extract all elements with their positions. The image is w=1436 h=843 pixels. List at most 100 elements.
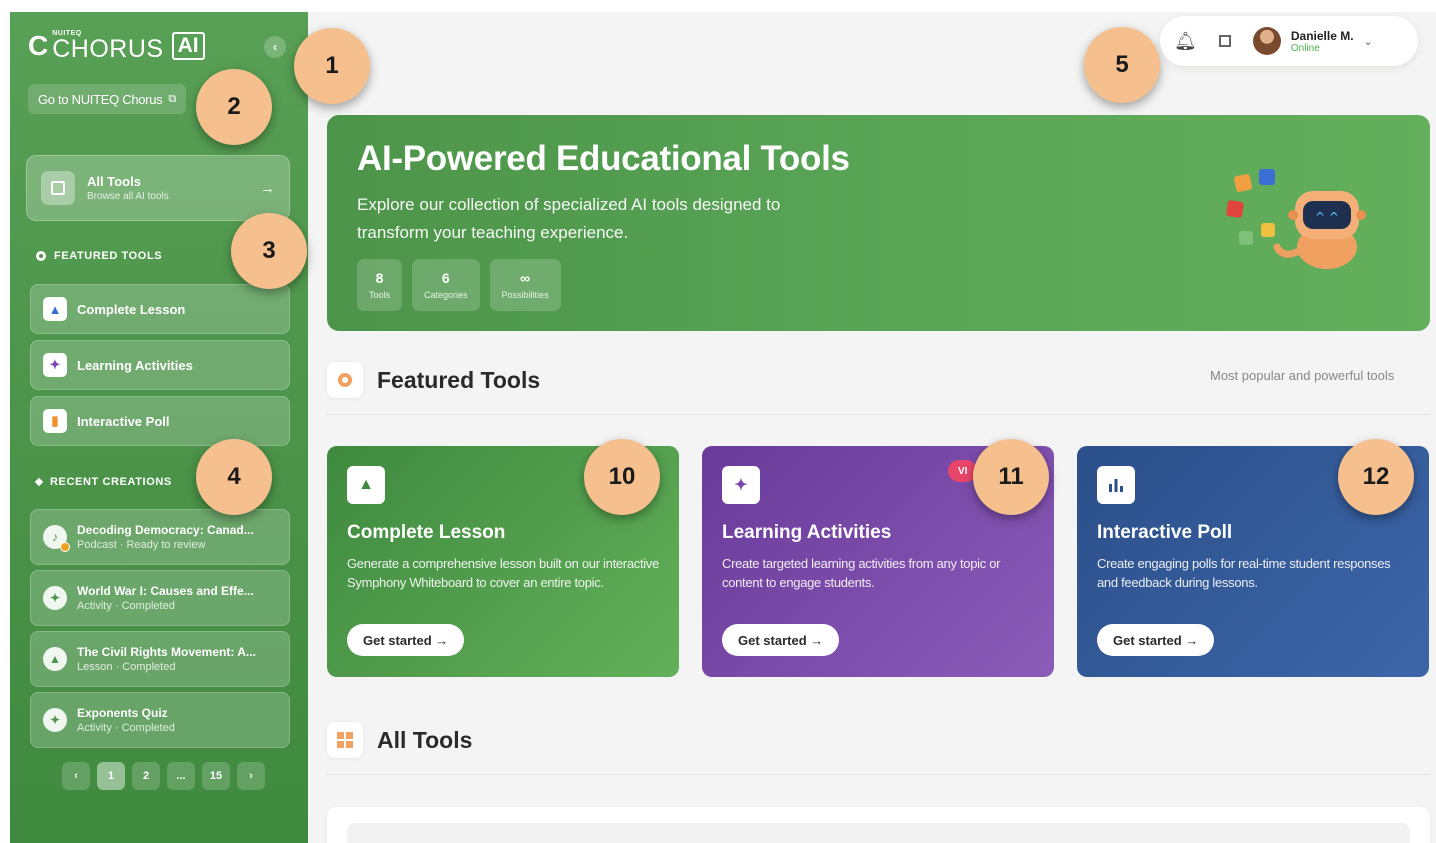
stat-value: 8 — [375, 270, 384, 286]
recent-creations-heading: RECENT CREATIONS — [34, 476, 172, 488]
fullscreen-icon[interactable] — [1218, 35, 1231, 47]
featured-tools-label: FEATURED TOOLS — [54, 250, 163, 262]
recent-item[interactable]: ♪ Decoding Democracy: Canad... Podcast ·… — [30, 509, 290, 565]
goto-chorus-label: Go to NUITEQ Chorus — [38, 91, 163, 107]
stat-label: Categories — [424, 290, 468, 300]
lesson-icon: ▲ — [43, 297, 67, 321]
recent-item-status: Podcast · Ready to review — [77, 539, 206, 551]
hero-banner: AI-Powered Educational Tools Explore our… — [327, 115, 1430, 331]
sidebar: C NUITEQ CHORUS AI ‹ Go to NUITEQ Chorus… — [10, 12, 308, 843]
sidebar-item-label: Interactive Poll — [77, 413, 170, 429]
sidebar-item-interactive-poll[interactable]: ▮ Interactive Poll — [30, 396, 290, 446]
all-tools-search-bar[interactable] — [347, 823, 1410, 843]
recent-item-title: The Civil Rights Movement: A... — [77, 645, 256, 659]
stat-tools: 8 Tools — [357, 259, 403, 311]
svg-text:^ ^: ^ ^ — [1315, 210, 1339, 224]
next-page-button[interactable]: › — [237, 762, 265, 790]
stat-value: ∞ — [520, 270, 531, 286]
callout-marker: 1 — [294, 28, 370, 104]
stat-label: Tools — [369, 290, 391, 300]
all-tools-title: All Tools — [87, 174, 141, 189]
stat-value: 6 — [441, 270, 450, 286]
page-2-button[interactable]: 2 — [132, 762, 160, 790]
target-icon — [327, 362, 363, 398]
external-link-icon: ⧉ — [168, 92, 176, 105]
sidebar-item-complete-lesson[interactable]: ▲ Complete Lesson — [30, 284, 290, 334]
get-started-button[interactable]: Get started → — [347, 624, 465, 656]
lesson-icon: ▲ — [43, 647, 67, 671]
featured-tools-heading: FEATURED TOOLS — [36, 250, 162, 262]
callout-marker: 2 — [196, 69, 272, 145]
target-icon — [36, 251, 46, 261]
recent-item-status: Lesson · Completed — [77, 661, 176, 673]
chevron-left-icon: ‹ — [273, 40, 277, 54]
hero-description: Explore our collection of specialized AI… — [357, 195, 781, 242]
page-15-button[interactable]: 15 — [202, 762, 230, 790]
recent-item[interactable]: ✦ Exponents Quiz Activity · Completed — [30, 692, 290, 748]
get-started-button[interactable]: Get started → — [1097, 624, 1215, 656]
tool-card-description: Generate a comprehensive lesson built on… — [347, 556, 659, 590]
grid-icon — [41, 171, 75, 205]
recent-item-title: World War I: Causes and Effe... — [77, 584, 254, 598]
tool-card-title: Complete Lesson — [347, 522, 506, 543]
stat-categories: 6 Categories — [412, 259, 480, 311]
logo-name: CHORUS — [52, 35, 164, 63]
all-tools-title: All Tools — [377, 726, 473, 753]
recent-item[interactable]: ▲ The Civil Rights Movement: A... Lesson… — [30, 631, 290, 687]
featured-tools-header: Featured Tools — [327, 362, 540, 398]
all-tools-header: All Tools — [327, 722, 472, 758]
sidebar-item-label: Learning Activities — [77, 357, 193, 373]
user-menu[interactable]: Danielle M. Online ⌄ — [1252, 27, 1373, 55]
user-toolbar: 🔔︎ Danielle M. Online ⌄ — [1160, 16, 1418, 66]
sidebar-item-label: Complete Lesson — [77, 301, 186, 317]
grid-icon — [327, 722, 363, 758]
all-tools-nav[interactable]: All Tools Browse all AI tools → — [26, 155, 290, 221]
page-1-button[interactable]: 1 — [97, 762, 125, 790]
pending-badge — [60, 542, 70, 552]
chorus-ai-logo[interactable]: C NUITEQ CHORUS AI — [28, 30, 205, 62]
poll-icon — [1097, 466, 1135, 504]
page-ellipsis: ... — [167, 762, 195, 790]
callout-marker: 4 — [196, 439, 272, 515]
recent-item[interactable]: ✦ World War I: Causes and Effe... Activi… — [30, 570, 290, 626]
collapse-sidebar-button[interactable]: ‹ — [264, 36, 286, 58]
all-tools-panel — [327, 807, 1430, 843]
user-status: Online — [1290, 42, 1320, 54]
hero-stats: 8 Tools 6 Categories ∞ Possibilities — [357, 259, 561, 311]
callout-marker: 5 — [1084, 27, 1160, 103]
chevron-down-icon: ⌄ — [1363, 35, 1373, 48]
prev-page-button[interactable]: ‹ — [62, 762, 90, 790]
stat-possibilities: ∞ Possibilities — [489, 259, 561, 311]
sidebar-item-learning-activities[interactable]: ✦ Learning Activities — [30, 340, 290, 390]
featured-tools-title: Featured Tools — [377, 366, 541, 393]
all-tools-subtitle: Browse all AI tools — [87, 191, 169, 202]
puzzle-icon: ✦ — [43, 586, 67, 610]
get-started-button[interactable]: Get started → — [722, 624, 840, 656]
divider — [327, 414, 1430, 415]
user-name: Danielle M. — [1290, 28, 1354, 43]
stat-label: Possibilities — [501, 290, 549, 300]
puzzle-icon: ✦ — [722, 466, 760, 504]
recent-creations-label: RECENT CREATIONS — [50, 476, 172, 488]
tool-card-title: Interactive Poll — [1097, 522, 1233, 543]
tool-card-description: Create engaging polls for real-time stud… — [1097, 556, 1391, 590]
podcast-icon: ♪ — [43, 525, 70, 552]
robot-mascot-illustration: ^ ^ — [1226, 169, 1366, 269]
callout-marker: 12 — [1338, 439, 1414, 515]
divider — [327, 774, 1430, 775]
hero-title: AI-Powered Educational Tools — [357, 139, 850, 178]
tool-card-title: Learning Activities — [722, 522, 892, 543]
diamond-icon — [34, 477, 44, 487]
tool-card-description: Create targeted learning activities from… — [722, 556, 1001, 590]
goto-chorus-link[interactable]: Go to NUITEQ Chorus ⧉ — [28, 84, 186, 114]
logo-c: C — [28, 30, 49, 61]
recent-item-status: Activity · Completed — [77, 600, 175, 612]
recent-item-title: Decoding Democracy: Canad... — [77, 523, 254, 537]
poll-icon: ▮ — [43, 409, 67, 433]
avatar — [1252, 27, 1281, 55]
arrow-right-icon: → — [260, 179, 275, 197]
recent-item-status: Activity · Completed — [77, 722, 175, 734]
recent-pagination: ‹ 1 2 ... 15 › — [62, 762, 265, 790]
bell-icon[interactable]: 🔔︎ — [1174, 31, 1197, 52]
recent-item-title: Exponents Quiz — [77, 706, 168, 720]
